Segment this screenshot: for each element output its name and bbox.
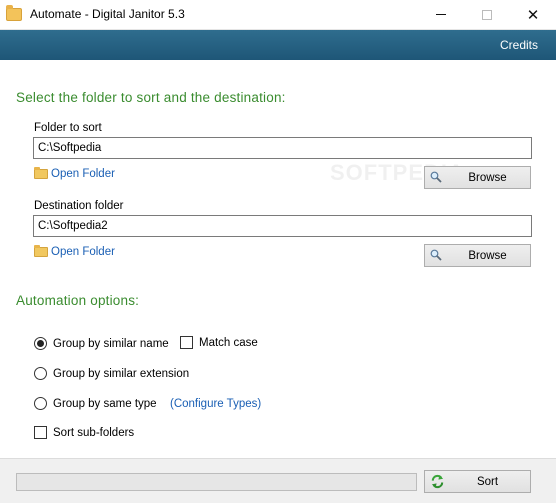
match-case-label[interactable]: Match case [199, 337, 258, 349]
configure-types-link[interactable]: (Configure Types) [170, 398, 261, 410]
destination-folder-input[interactable] [33, 215, 532, 237]
window-title: Automate - Digital Janitor 5.3 [30, 7, 185, 21]
folder-to-sort-input[interactable] [33, 137, 532, 159]
open-folder-label: Open Folder [51, 168, 115, 180]
header-bar: Credits [0, 30, 556, 60]
open-folder-label: Open Folder [51, 246, 115, 258]
sort-subfolders-label[interactable]: Sort sub-folders [53, 427, 134, 439]
open-dest-folder-link[interactable]: Open Folder [34, 245, 115, 258]
maximize-icon [482, 9, 492, 20]
app-folder-icon [6, 5, 22, 21]
sort-subfolders-checkbox[interactable] [34, 426, 47, 439]
browse-sort-button[interactable]: Browse [424, 166, 531, 189]
close-button[interactable]: ✕ [510, 0, 556, 29]
group-by-type-label[interactable]: Group by same type [53, 398, 157, 410]
browse-label: Browse [468, 171, 507, 184]
automation-section-title: Automation options: [16, 293, 140, 308]
progress-bar [16, 473, 417, 491]
browse-dest-button[interactable]: Browse [424, 244, 531, 267]
sort-button[interactable]: Sort [424, 470, 531, 493]
credits-link[interactable]: Credits [500, 38, 538, 52]
folder-icon [34, 167, 48, 179]
folder-to-sort-label: Folder to sort [34, 122, 102, 134]
open-sort-folder-link[interactable]: Open Folder [34, 167, 115, 180]
folder-icon [34, 245, 48, 257]
group-by-extension-label[interactable]: Group by similar extension [53, 368, 189, 380]
group-by-name-label[interactable]: Group by similar name [53, 338, 169, 350]
minimize-button[interactable] [418, 0, 464, 29]
browse-label: Browse [468, 249, 507, 262]
destination-folder-label: Destination folder [34, 200, 124, 212]
group-by-extension-radio[interactable] [34, 367, 47, 380]
maximize-button [464, 0, 510, 29]
match-case-checkbox[interactable] [180, 336, 193, 349]
bottom-bar: Sort [0, 458, 556, 503]
minimize-icon [436, 14, 446, 15]
group-by-type-radio[interactable] [34, 397, 47, 410]
folders-section-title: Select the folder to sort and the destin… [16, 90, 286, 105]
title-bar: Automate - Digital Janitor 5.3 ✕ [0, 0, 556, 30]
group-by-name-radio[interactable] [34, 337, 47, 350]
sort-label: Sort [476, 475, 499, 488]
